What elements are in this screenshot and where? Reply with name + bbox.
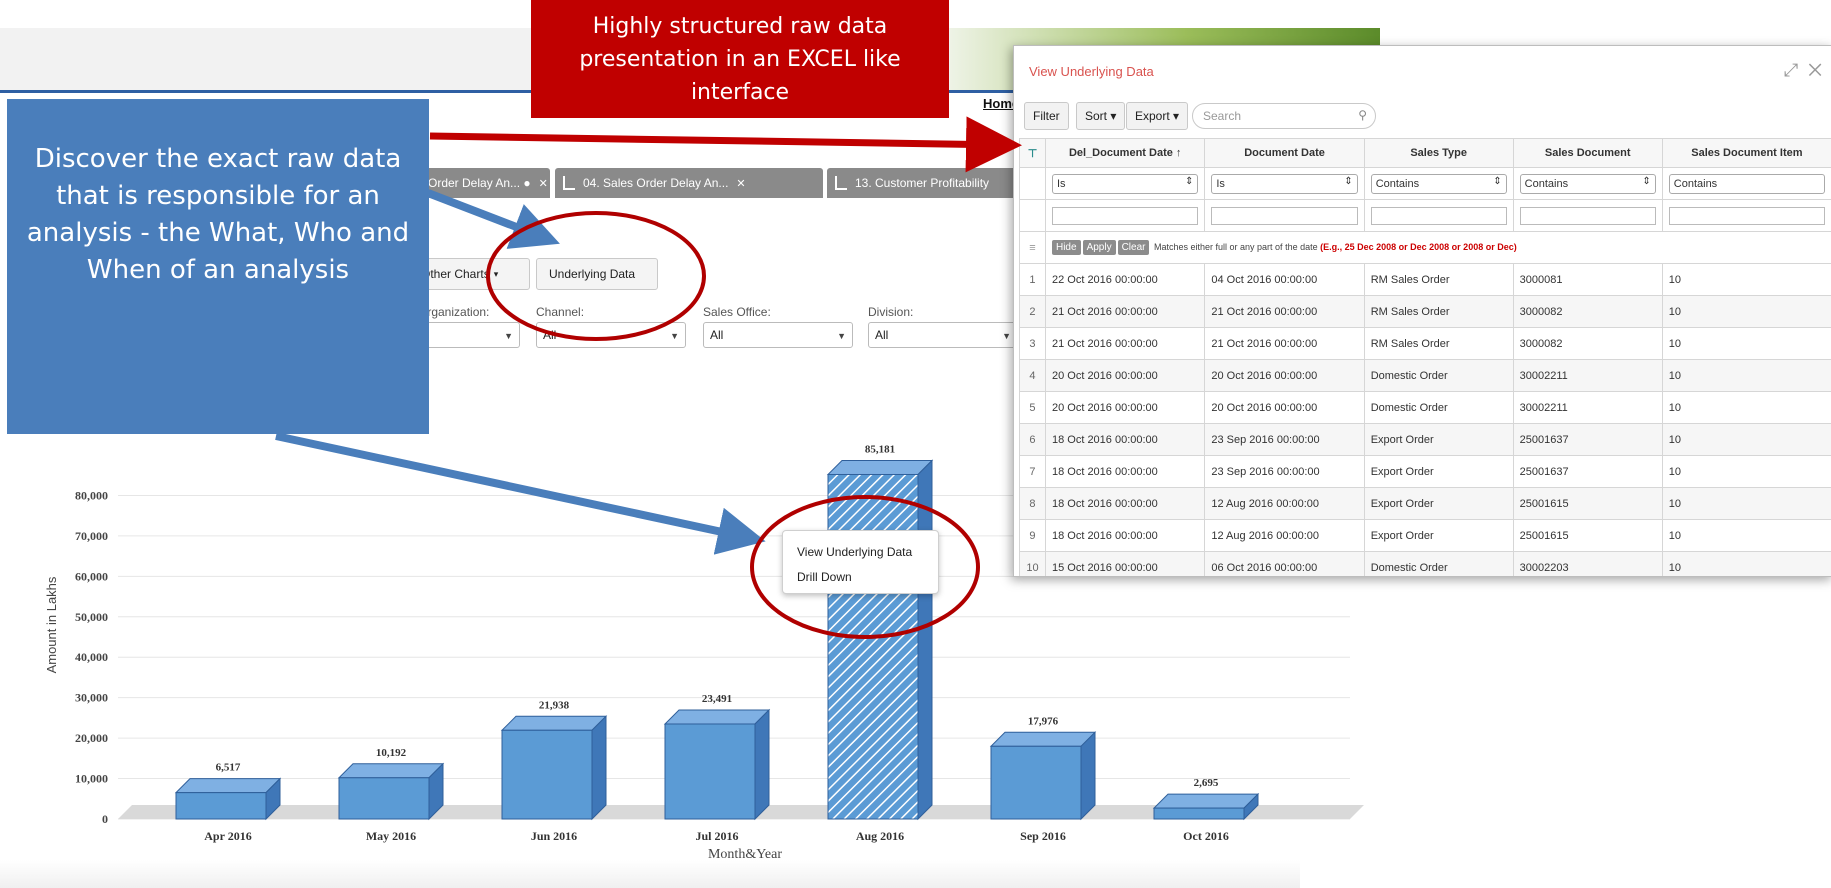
bottom-fade xyxy=(0,860,1300,888)
annotation-overlay xyxy=(275,116,1022,639)
highlight-ellipse-context-menu xyxy=(750,495,980,639)
highlight-ellipse-underlying-data xyxy=(486,211,706,341)
blue-arrow-to-menu xyxy=(275,432,766,555)
red-arrow xyxy=(429,116,1022,173)
blue-arrow-to-button xyxy=(426,189,560,249)
